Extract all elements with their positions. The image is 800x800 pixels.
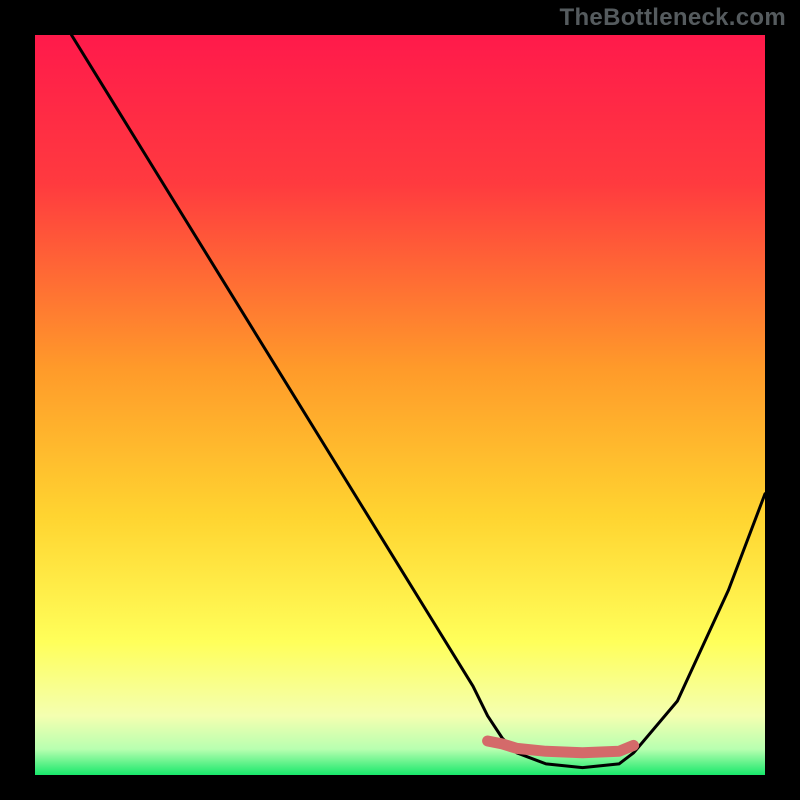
- gradient-background: [35, 35, 765, 775]
- bottleneck-plot: [0, 0, 800, 800]
- watermark-label: TheBottleneck.com: [560, 4, 786, 32]
- chart-frame: TheBottleneck.com: [0, 0, 800, 800]
